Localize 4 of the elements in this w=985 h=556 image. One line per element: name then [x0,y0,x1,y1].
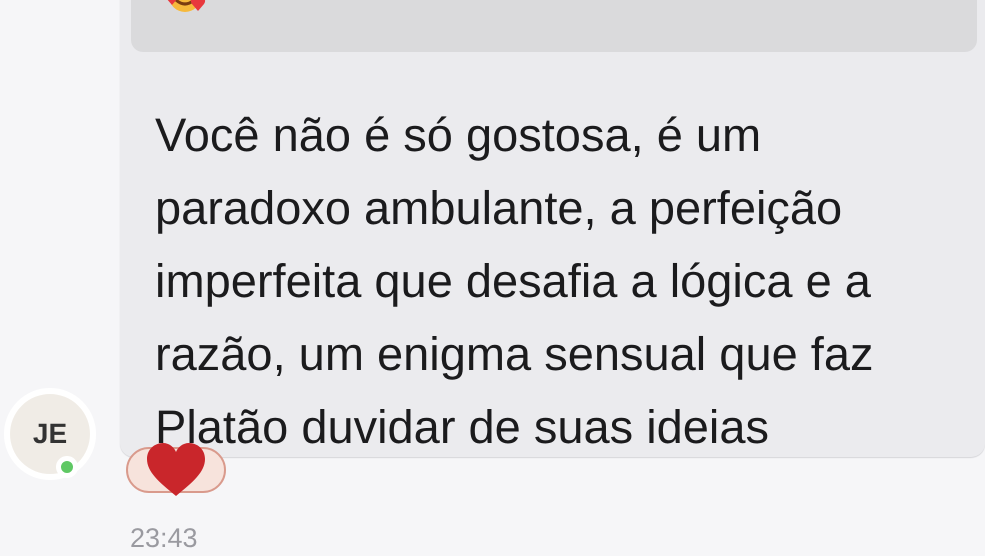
message-time: 23:43 [130,523,199,553]
avatar-initials: JE [32,418,68,450]
message-text: Você não é só gostosa, é um paradoxo ambulante, a perfeição imperfeita que desafia a lógica e a razão, um enigma sensual que faz Platão duvidar de suas ideias [155,107,874,455]
heart-icon [145,442,207,498]
